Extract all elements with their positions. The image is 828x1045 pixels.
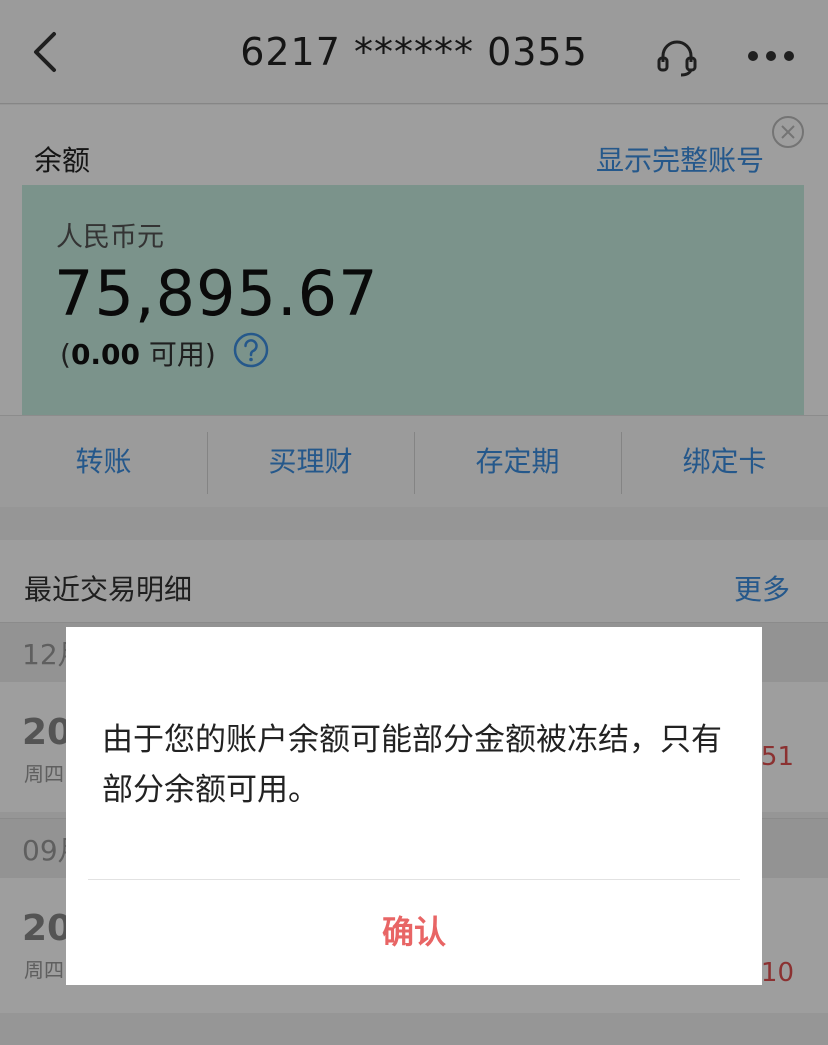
alert-dialog: 由于您的账户余额可能部分金额被冻结，只有部分余额可用。 确认: [66, 627, 762, 985]
app-screen: 6217 ****** 0355 余额 显示完整账号 人民币元 75,895.6…: [0, 0, 828, 1045]
confirm-button[interactable]: 确认: [66, 880, 762, 985]
dialog-message: 由于您的账户余额可能部分金额被冻结，只有部分余额可用。: [102, 722, 722, 808]
